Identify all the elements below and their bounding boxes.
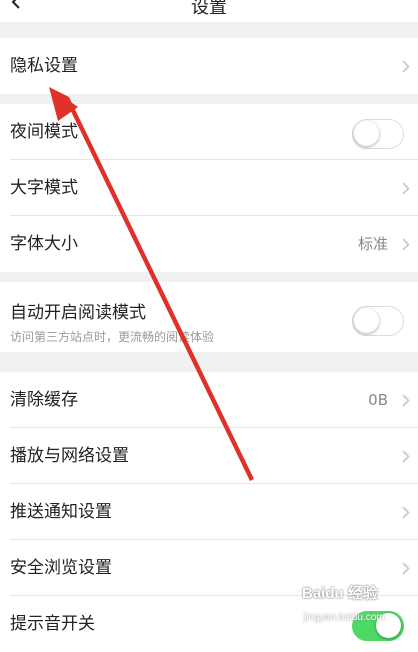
night-mode-row: 夜间模式 (0, 104, 418, 160)
watermark-logo: Baidu 经验 (302, 585, 378, 602)
auto-reader-toggle[interactable] (352, 306, 404, 336)
safe-browsing-label: 安全浏览设置 (10, 558, 112, 578)
privacy-settings-row[interactable]: 隐私设置 (0, 38, 418, 94)
auto-reader-description: 访问第三方站点时，更流畅的阅读体验 (10, 330, 215, 344)
auto-reader-row: 自动开启阅读模式 访问第三方站点时，更流畅的阅读体验 (0, 282, 418, 352)
chevron-right-icon (402, 60, 410, 73)
chevron-right-icon (402, 394, 410, 407)
privacy-settings-label: 隐私设置 (10, 56, 78, 76)
chevron-right-icon (402, 450, 410, 463)
night-mode-toggle[interactable] (352, 119, 404, 149)
chevron-right-icon (402, 506, 410, 519)
chevron-right-icon (402, 182, 410, 195)
clear-cache-label: 清除缓存 (10, 390, 78, 410)
playback-network-label: 播放与网络设置 (10, 446, 129, 466)
toggle-knob (354, 121, 379, 146)
sound-switch-label: 提示音开关 (10, 614, 95, 634)
settings-group-reader: 自动开启阅读模式 访问第三方站点时，更流畅的阅读体验 (0, 282, 418, 352)
night-mode-label: 夜间模式 (10, 122, 78, 142)
font-size-row[interactable]: 字体大小 标准 (0, 216, 418, 272)
settings-group-display: 夜间模式 大字模式 字体大小 标准 (0, 104, 418, 272)
toggle-knob (354, 308, 379, 333)
clear-cache-row[interactable]: 清除缓存 0B (0, 372, 418, 428)
baidu-jingyan-watermark: Baidu 经验 jingyan.baidu.com (302, 572, 414, 626)
nav-header: 设置 (0, 0, 418, 22)
push-notifications-label: 推送通知设置 (10, 502, 112, 522)
auto-reader-label: 自动开启阅读模式 (10, 303, 146, 323)
font-size-value: 标准 (357, 235, 388, 253)
push-notifications-row[interactable]: 推送通知设置 (0, 484, 418, 540)
cache-size-value: 0B (368, 391, 388, 409)
page-title: 设置 (191, 0, 227, 18)
large-text-row[interactable]: 大字模式 (0, 160, 418, 216)
large-text-label: 大字模式 (10, 178, 78, 198)
playback-network-row[interactable]: 播放与网络设置 (0, 428, 418, 484)
chevron-right-icon (402, 238, 410, 251)
settings-group-privacy: 隐私设置 (0, 38, 418, 94)
font-size-label: 字体大小 (10, 234, 78, 254)
watermark-url: jingyan.baidu.com (304, 612, 385, 623)
